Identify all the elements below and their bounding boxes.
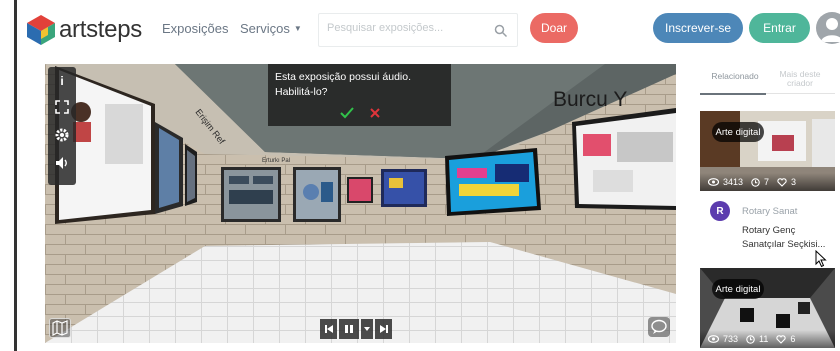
author-name[interactable]: Rotary Sanat bbox=[742, 206, 797, 217]
nav-servicos-label: Serviços bbox=[240, 21, 290, 36]
tour-playback-controls bbox=[320, 319, 394, 339]
likes-stat: 6 bbox=[776, 334, 795, 344]
time-count: 11 bbox=[759, 334, 769, 344]
skip-forward-icon bbox=[379, 325, 388, 333]
chat-button[interactable] bbox=[648, 317, 670, 337]
views-stat: 733 bbox=[708, 334, 738, 344]
skip-back-icon bbox=[324, 325, 333, 333]
svg-text:Erturkı Pal: Erturkı Pal bbox=[262, 158, 290, 164]
confirm-check-icon[interactable] bbox=[339, 106, 355, 120]
svg-text:Erişim Ref: Erişim Ref bbox=[193, 107, 227, 146]
card-stats: 3413 7 3 bbox=[700, 173, 835, 191]
card-title[interactable]: Rotary Genç Sanatçılar Seçkisi... bbox=[742, 224, 837, 252]
close-icon[interactable] bbox=[368, 106, 382, 120]
related-card-thumbnail[interactable]: Arte digital 733 11 6 bbox=[700, 268, 835, 348]
active-tab-indicator bbox=[700, 93, 766, 95]
previous-button[interactable] bbox=[320, 319, 337, 339]
next-button[interactable] bbox=[375, 319, 392, 339]
page: artsteps Exposições Serviços▼ Doar Inscr… bbox=[0, 0, 840, 351]
chevron-down-icon: ▼ bbox=[293, 24, 302, 33]
views-count: 3413 bbox=[723, 177, 744, 187]
time-stat: 11 bbox=[746, 334, 768, 344]
wall-title-text: Burcu Y bbox=[553, 88, 627, 111]
user-icon bbox=[821, 18, 840, 42]
doar-button[interactable]: Doar bbox=[530, 13, 578, 43]
views-count: 733 bbox=[723, 334, 739, 344]
pause-button[interactable] bbox=[339, 319, 359, 339]
eye-icon bbox=[708, 178, 719, 186]
audio-prompt-text: Esta exposição possui áudio. Habilitá-lo… bbox=[275, 71, 412, 98]
heart-icon bbox=[777, 177, 787, 187]
card-stats: 733 11 6 bbox=[700, 330, 835, 348]
logo-cube-icon bbox=[27, 15, 55, 45]
volume-icon[interactable] bbox=[54, 155, 70, 171]
map-button[interactable] bbox=[49, 318, 71, 338]
audio-prompt-dialog: Esta exposição possui áudio. Habilitá-lo… bbox=[268, 64, 451, 126]
author-avatar[interactable]: R bbox=[710, 201, 730, 221]
inscrever-button[interactable]: Inscrever-se bbox=[653, 13, 743, 43]
search-icon[interactable] bbox=[494, 24, 508, 38]
exhibition-viewer[interactable]: Erişim Ref Erturkı Pal Burcu Y i Esta ex… bbox=[45, 64, 676, 343]
pause-icon bbox=[345, 325, 353, 333]
time-stat: 7 bbox=[751, 177, 769, 187]
clock-icon bbox=[751, 177, 760, 187]
tab-mais-deste-criador[interactable]: Mais deste criador bbox=[772, 70, 828, 88]
category-badge: Arte digital bbox=[712, 279, 764, 299]
speed-dropdown[interactable] bbox=[361, 319, 373, 339]
chevron-down-icon bbox=[364, 327, 370, 331]
heart-icon bbox=[776, 334, 787, 344]
clock-icon bbox=[746, 334, 755, 344]
mouse-cursor-icon bbox=[815, 250, 827, 268]
tab-relacionado[interactable]: Relacionado bbox=[704, 72, 766, 81]
nav-servicos[interactable]: Serviços ▼ bbox=[240, 21, 302, 36]
gear-icon[interactable] bbox=[54, 127, 70, 143]
map-icon bbox=[52, 320, 68, 336]
entrar-button[interactable]: Entrar bbox=[749, 13, 810, 43]
window-edge bbox=[14, 0, 17, 351]
likes-count: 6 bbox=[790, 334, 796, 344]
related-tabs: Relacionado Mais deste criador bbox=[700, 64, 835, 95]
viewer-toolbar: i bbox=[48, 67, 76, 185]
fullscreen-icon[interactable] bbox=[54, 99, 70, 115]
eye-icon bbox=[708, 335, 719, 343]
nav-exposicoes[interactable]: Exposições bbox=[162, 21, 228, 36]
related-card-thumbnail[interactable]: Arte digital 3413 7 3 bbox=[700, 111, 835, 191]
likes-stat: 3 bbox=[777, 177, 796, 187]
chat-icon bbox=[651, 319, 667, 334]
views-stat: 3413 bbox=[708, 177, 743, 187]
search-input[interactable] bbox=[327, 22, 487, 34]
artsteps-logo[interactable]: artsteps bbox=[26, 12, 154, 48]
logo-text: artsteps bbox=[59, 16, 142, 43]
time-count: 7 bbox=[764, 177, 770, 187]
info-icon[interactable]: i bbox=[54, 73, 70, 89]
category-badge: Arte digital bbox=[712, 122, 764, 142]
likes-count: 3 bbox=[791, 177, 797, 187]
search-box[interactable] bbox=[318, 13, 518, 47]
user-avatar[interactable] bbox=[816, 12, 840, 44]
